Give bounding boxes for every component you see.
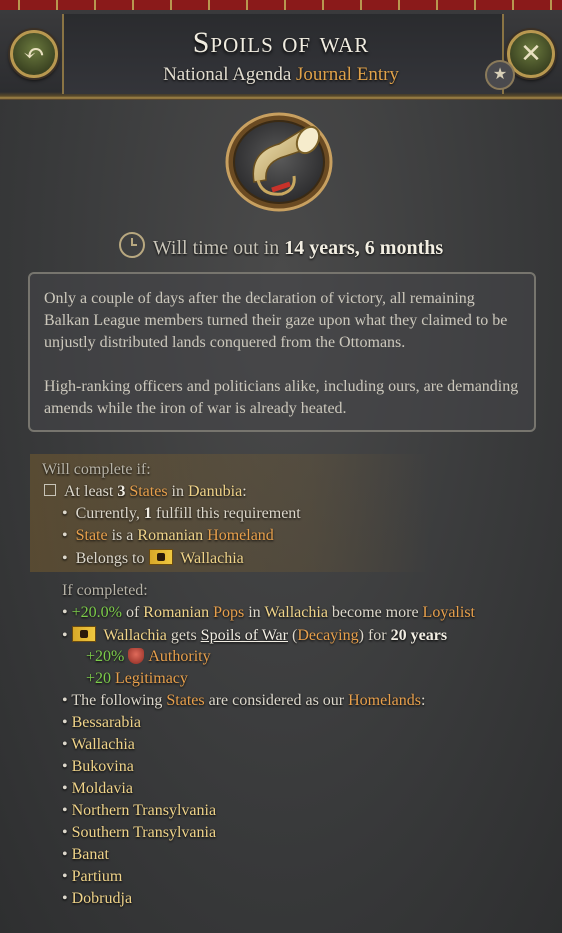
effect-homelands: • The following States are considered as… [62,692,426,709]
state-link[interactable]: Northern Transylvania [72,802,216,819]
requirement-belongs: • Belongs to Wallachia [62,549,244,567]
romanian-link[interactable]: Romanian [143,604,209,621]
timeout-value: 14 years, 6 months [284,237,444,259]
back-button[interactable]: ↶ [10,30,58,78]
page-subtitle: National Agenda Journal Entry [0,64,562,86]
requirement-currently: • Currently, 1 fulfill this requirement [62,505,301,522]
legitimacy-link[interactable]: Legitimacy [115,670,188,687]
effect-authority: +20% Authority [86,648,211,665]
effect-modifier: • Wallachia gets Spoils of War (Decaying… [62,626,448,644]
wallachia-link[interactable]: Wallachia [264,604,328,621]
authority-icon [128,648,145,664]
state-link[interactable]: Dobrudja [72,890,132,907]
state-list-item: • Bukovina [62,758,134,775]
wallachia-flag-icon [148,549,173,565]
requirement-main: At least 3 States in Danubia: [44,483,247,501]
state-list-item: • Partium [62,868,123,885]
subtitle-accent: Journal Entry [296,64,399,85]
timeout-prefix: Will time out in [152,237,280,259]
star-icon: ★ [492,66,508,83]
requirement-homeland: • State is a Romanian Homeland [62,527,274,544]
page-title: Spoils of war [192,26,370,59]
loyalist-link[interactable]: Loyalist [423,604,475,621]
homelands-link[interactable]: Homelands [348,692,421,709]
state-link[interactable]: Banat [72,846,109,863]
favorite-button[interactable]: ★ [485,60,515,90]
state-list-item: • Bessarabia [62,714,141,731]
effect-legitimacy: +20 Legitimacy [86,670,188,687]
state-link[interactable]: Bukovina [72,758,134,775]
effects-header: If completed: [62,582,148,599]
description-box: Only a couple of days after the declarat… [28,272,536,432]
header-trim [0,0,562,10]
state-link[interactable]: State [76,527,108,544]
subtitle-main: National Agenda [163,64,292,85]
state-list-item: • Dobrudja [62,890,133,907]
danubia-link[interactable]: Danubia [188,483,242,500]
effect-loyalist: • +20.0% of Romanian Pops in Wallachia b… [62,604,475,621]
state-link[interactable]: Partium [72,868,123,885]
requirements-header: Will complete if: [42,461,151,478]
bugle-horn-icon [224,112,334,212]
homeland-link[interactable]: Homeland [207,527,274,544]
state-link[interactable]: Moldavia [72,780,133,797]
state-link[interactable]: Wallachia [71,736,135,753]
clock-icon [118,232,145,258]
state-list-item: • Wallachia [62,736,135,753]
wallachia-link[interactable]: Wallachia [103,627,167,644]
authority-link[interactable]: Authority [148,648,210,665]
states-link[interactable]: States [129,483,167,500]
romanian-link[interactable]: Romanian [137,527,203,544]
state-link[interactable]: Bessarabia [72,714,141,731]
state-list-item: • Banat [62,846,109,863]
state-list-item: • Southern Transylvania [62,824,217,841]
spoils-of-war-link[interactable]: Spoils of War [201,627,288,644]
description-paragraph: High-ranking officers and politicians al… [44,378,519,417]
requirement-checkbox [44,484,56,496]
state-link[interactable]: Southern Transylvania [72,824,216,841]
wallachia-flag-icon [71,626,96,642]
state-list-item: • Moldavia [62,780,133,797]
state-list-item: • Northern Transylvania [62,802,217,819]
back-arrow-icon: ↶ [23,39,45,68]
description-paragraph: Only a couple of days after the declarat… [44,290,508,351]
pops-link[interactable]: Pops [213,604,244,621]
states-link[interactable]: States [166,692,204,709]
close-icon: ✕ [520,39,542,68]
wallachia-link[interactable]: Wallachia [180,550,244,567]
timeout-text: Will time out in 14 years, 6 months [0,232,562,260]
decaying-link[interactable]: Decaying [297,627,358,644]
